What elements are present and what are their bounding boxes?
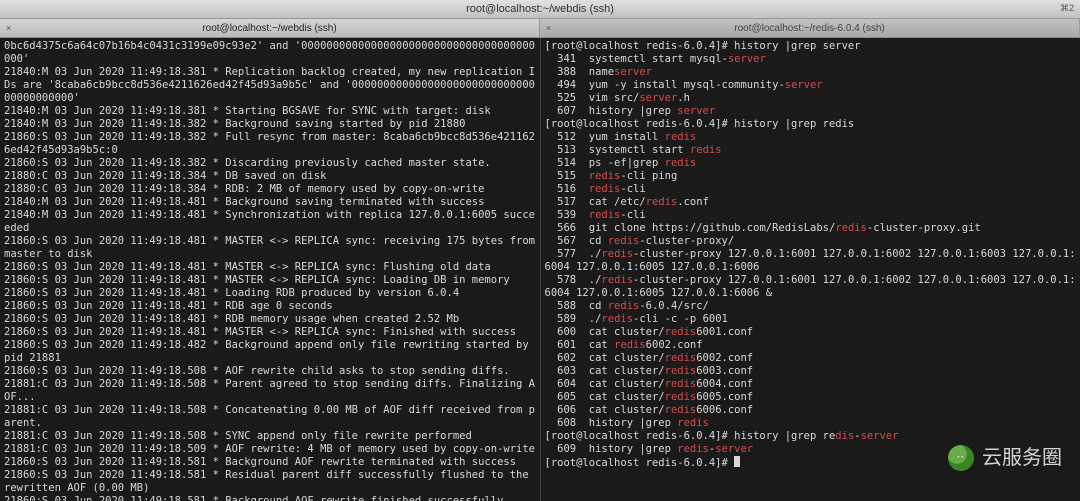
log-line: [root@localhost redis-6.0.4]# history |g… bbox=[545, 430, 1077, 443]
log-line: 516 redis-cli bbox=[545, 183, 1077, 196]
log-line: 21840:M 03 Jun 2020 11:49:18.381 * Repli… bbox=[4, 66, 536, 105]
log-line: 21840:M 03 Jun 2020 11:49:18.481 * Synch… bbox=[4, 209, 536, 235]
log-line: 21860:S 03 Jun 2020 11:49:18.581 * Resid… bbox=[4, 469, 536, 495]
log-line: 21860:S 03 Jun 2020 11:49:18.482 * Backg… bbox=[4, 339, 536, 365]
log-line: 609 history |grep redis-server bbox=[545, 443, 1077, 456]
log-line: 0bc6d4375c6a64c07b16b4c0431c3199e09c93e2… bbox=[4, 40, 536, 66]
log-line: 588 cd redis-6.0.4/src/ bbox=[545, 300, 1077, 313]
log-line: [root@localhost redis-6.0.4]# bbox=[545, 456, 1077, 470]
log-line: 21840:M 03 Jun 2020 11:49:18.481 * Backg… bbox=[4, 196, 536, 209]
log-line: 512 yum install redis bbox=[545, 131, 1077, 144]
log-line: 608 history |grep redis bbox=[545, 417, 1077, 430]
log-line: 21860:S 03 Jun 2020 11:49:18.481 * MASTE… bbox=[4, 326, 536, 339]
log-line: 21860:S 03 Jun 2020 11:49:18.581 * Backg… bbox=[4, 456, 536, 469]
log-line: 539 redis-cli bbox=[545, 209, 1077, 222]
log-line: 605 cat cluster/redis6005.conf bbox=[545, 391, 1077, 404]
terminal-left[interactable]: 0bc6d4375c6a64c07b16b4c0431c3199e09c93e2… bbox=[0, 38, 541, 501]
log-line: 567 cd redis-cluster-proxy/ bbox=[545, 235, 1077, 248]
tab-label: root@localhost:~/webdis (ssh) bbox=[202, 22, 336, 35]
log-line: 514 ps -ef|grep redis bbox=[545, 157, 1077, 170]
log-line: 21860:S 03 Jun 2020 11:49:18.508 * AOF r… bbox=[4, 365, 536, 378]
log-line: 21881:C 03 Jun 2020 11:49:18.509 * AOF r… bbox=[4, 443, 536, 456]
tabbar: × root@localhost:~/webdis (ssh) × root@l… bbox=[0, 19, 1080, 38]
log-line: [root@localhost redis-6.0.4]# history |g… bbox=[545, 118, 1077, 131]
tab-label: root@localhost:~/redis-6.0.4 (ssh) bbox=[734, 22, 885, 35]
split-panes: 0bc6d4375c6a64c07b16b4c0431c3199e09c93e2… bbox=[0, 38, 1080, 501]
log-line: 21840:M 03 Jun 2020 11:49:18.381 * Start… bbox=[4, 105, 536, 118]
log-line: 606 cat cluster/redis6006.conf bbox=[545, 404, 1077, 417]
log-line: 21860:S 03 Jun 2020 11:49:18.581 * Backg… bbox=[4, 495, 536, 501]
log-line: 607 history |grep server bbox=[545, 105, 1077, 118]
log-line: 600 cat cluster/redis6001.conf bbox=[545, 326, 1077, 339]
log-line: 21880:C 03 Jun 2020 11:49:18.384 * DB sa… bbox=[4, 170, 536, 183]
log-line: 21881:C 03 Jun 2020 11:49:18.508 * Conca… bbox=[4, 404, 536, 430]
close-icon[interactable]: × bbox=[6, 22, 11, 35]
log-line: 341 systemctl start mysql-server bbox=[545, 53, 1077, 66]
tab-webdis[interactable]: × root@localhost:~/webdis (ssh) bbox=[0, 19, 540, 37]
titlebar[interactable]: root@localhost:~/webdis (ssh) ⌘2 bbox=[0, 0, 1080, 19]
tab-redis[interactable]: × root@localhost:~/redis-6.0.4 (ssh) bbox=[540, 19, 1080, 37]
log-line: 21860:S 03 Jun 2020 11:49:18.481 * RDB a… bbox=[4, 300, 536, 313]
log-line: 21860:S 03 Jun 2020 11:49:18.481 * MASTE… bbox=[4, 274, 536, 287]
iterm-window: root@localhost:~/webdis (ssh) ⌘2 × root@… bbox=[0, 0, 1080, 501]
log-line: 603 cat cluster/redis6003.conf bbox=[545, 365, 1077, 378]
log-line: 566 git clone https://github.com/RedisLa… bbox=[545, 222, 1077, 235]
log-line: 604 cat cluster/redis6004.conf bbox=[545, 378, 1077, 391]
log-line: 517 cat /etc/redis.conf bbox=[545, 196, 1077, 209]
log-line: 21860:S 03 Jun 2020 11:49:18.481 * MASTE… bbox=[4, 235, 536, 261]
log-line: 577 ./redis-cluster-proxy 127.0.0.1:6001… bbox=[545, 248, 1077, 274]
log-line: 21840:M 03 Jun 2020 11:49:18.382 * Backg… bbox=[4, 118, 536, 131]
log-line: 578 ./redis-cluster-proxy 127.0.0.1:6001… bbox=[545, 274, 1077, 300]
log-line: 513 systemctl start redis bbox=[545, 144, 1077, 157]
log-line: 589 ./redis-cli -c -p 6001 bbox=[545, 313, 1077, 326]
window-title: root@localhost:~/webdis (ssh) bbox=[466, 3, 614, 16]
terminal-right[interactable]: [root@localhost redis-6.0.4]# history |g… bbox=[541, 38, 1080, 501]
log-line: 494 yum -y install mysql-community-serve… bbox=[545, 79, 1077, 92]
cursor bbox=[734, 456, 740, 467]
log-line: 21880:C 03 Jun 2020 11:49:18.384 * RDB: … bbox=[4, 183, 536, 196]
log-line: 21860:S 03 Jun 2020 11:49:18.481 * MASTE… bbox=[4, 261, 536, 274]
pane-indicator: ⌘2 bbox=[1060, 2, 1074, 15]
log-line: 21881:C 03 Jun 2020 11:49:18.508 * Paren… bbox=[4, 378, 536, 404]
log-line: 388 nameserver bbox=[545, 66, 1077, 79]
log-line: 601 cat redis6002.conf bbox=[545, 339, 1077, 352]
log-line: 515 redis-cli ping bbox=[545, 170, 1077, 183]
log-line: 21860:S 03 Jun 2020 11:49:18.382 * Disca… bbox=[4, 157, 536, 170]
log-line: 21860:S 03 Jun 2020 11:49:18.481 * Loadi… bbox=[4, 287, 536, 300]
log-line: 525 vim src/server.h bbox=[545, 92, 1077, 105]
log-line: [root@localhost redis-6.0.4]# history |g… bbox=[545, 40, 1077, 53]
log-line: 21881:C 03 Jun 2020 11:49:18.508 * SYNC … bbox=[4, 430, 536, 443]
close-icon[interactable]: × bbox=[546, 22, 551, 35]
log-line: 21860:S 03 Jun 2020 11:49:18.382 * Full … bbox=[4, 131, 536, 157]
log-line: 21860:S 03 Jun 2020 11:49:18.481 * RDB m… bbox=[4, 313, 536, 326]
log-line: 602 cat cluster/redis6002.conf bbox=[545, 352, 1077, 365]
